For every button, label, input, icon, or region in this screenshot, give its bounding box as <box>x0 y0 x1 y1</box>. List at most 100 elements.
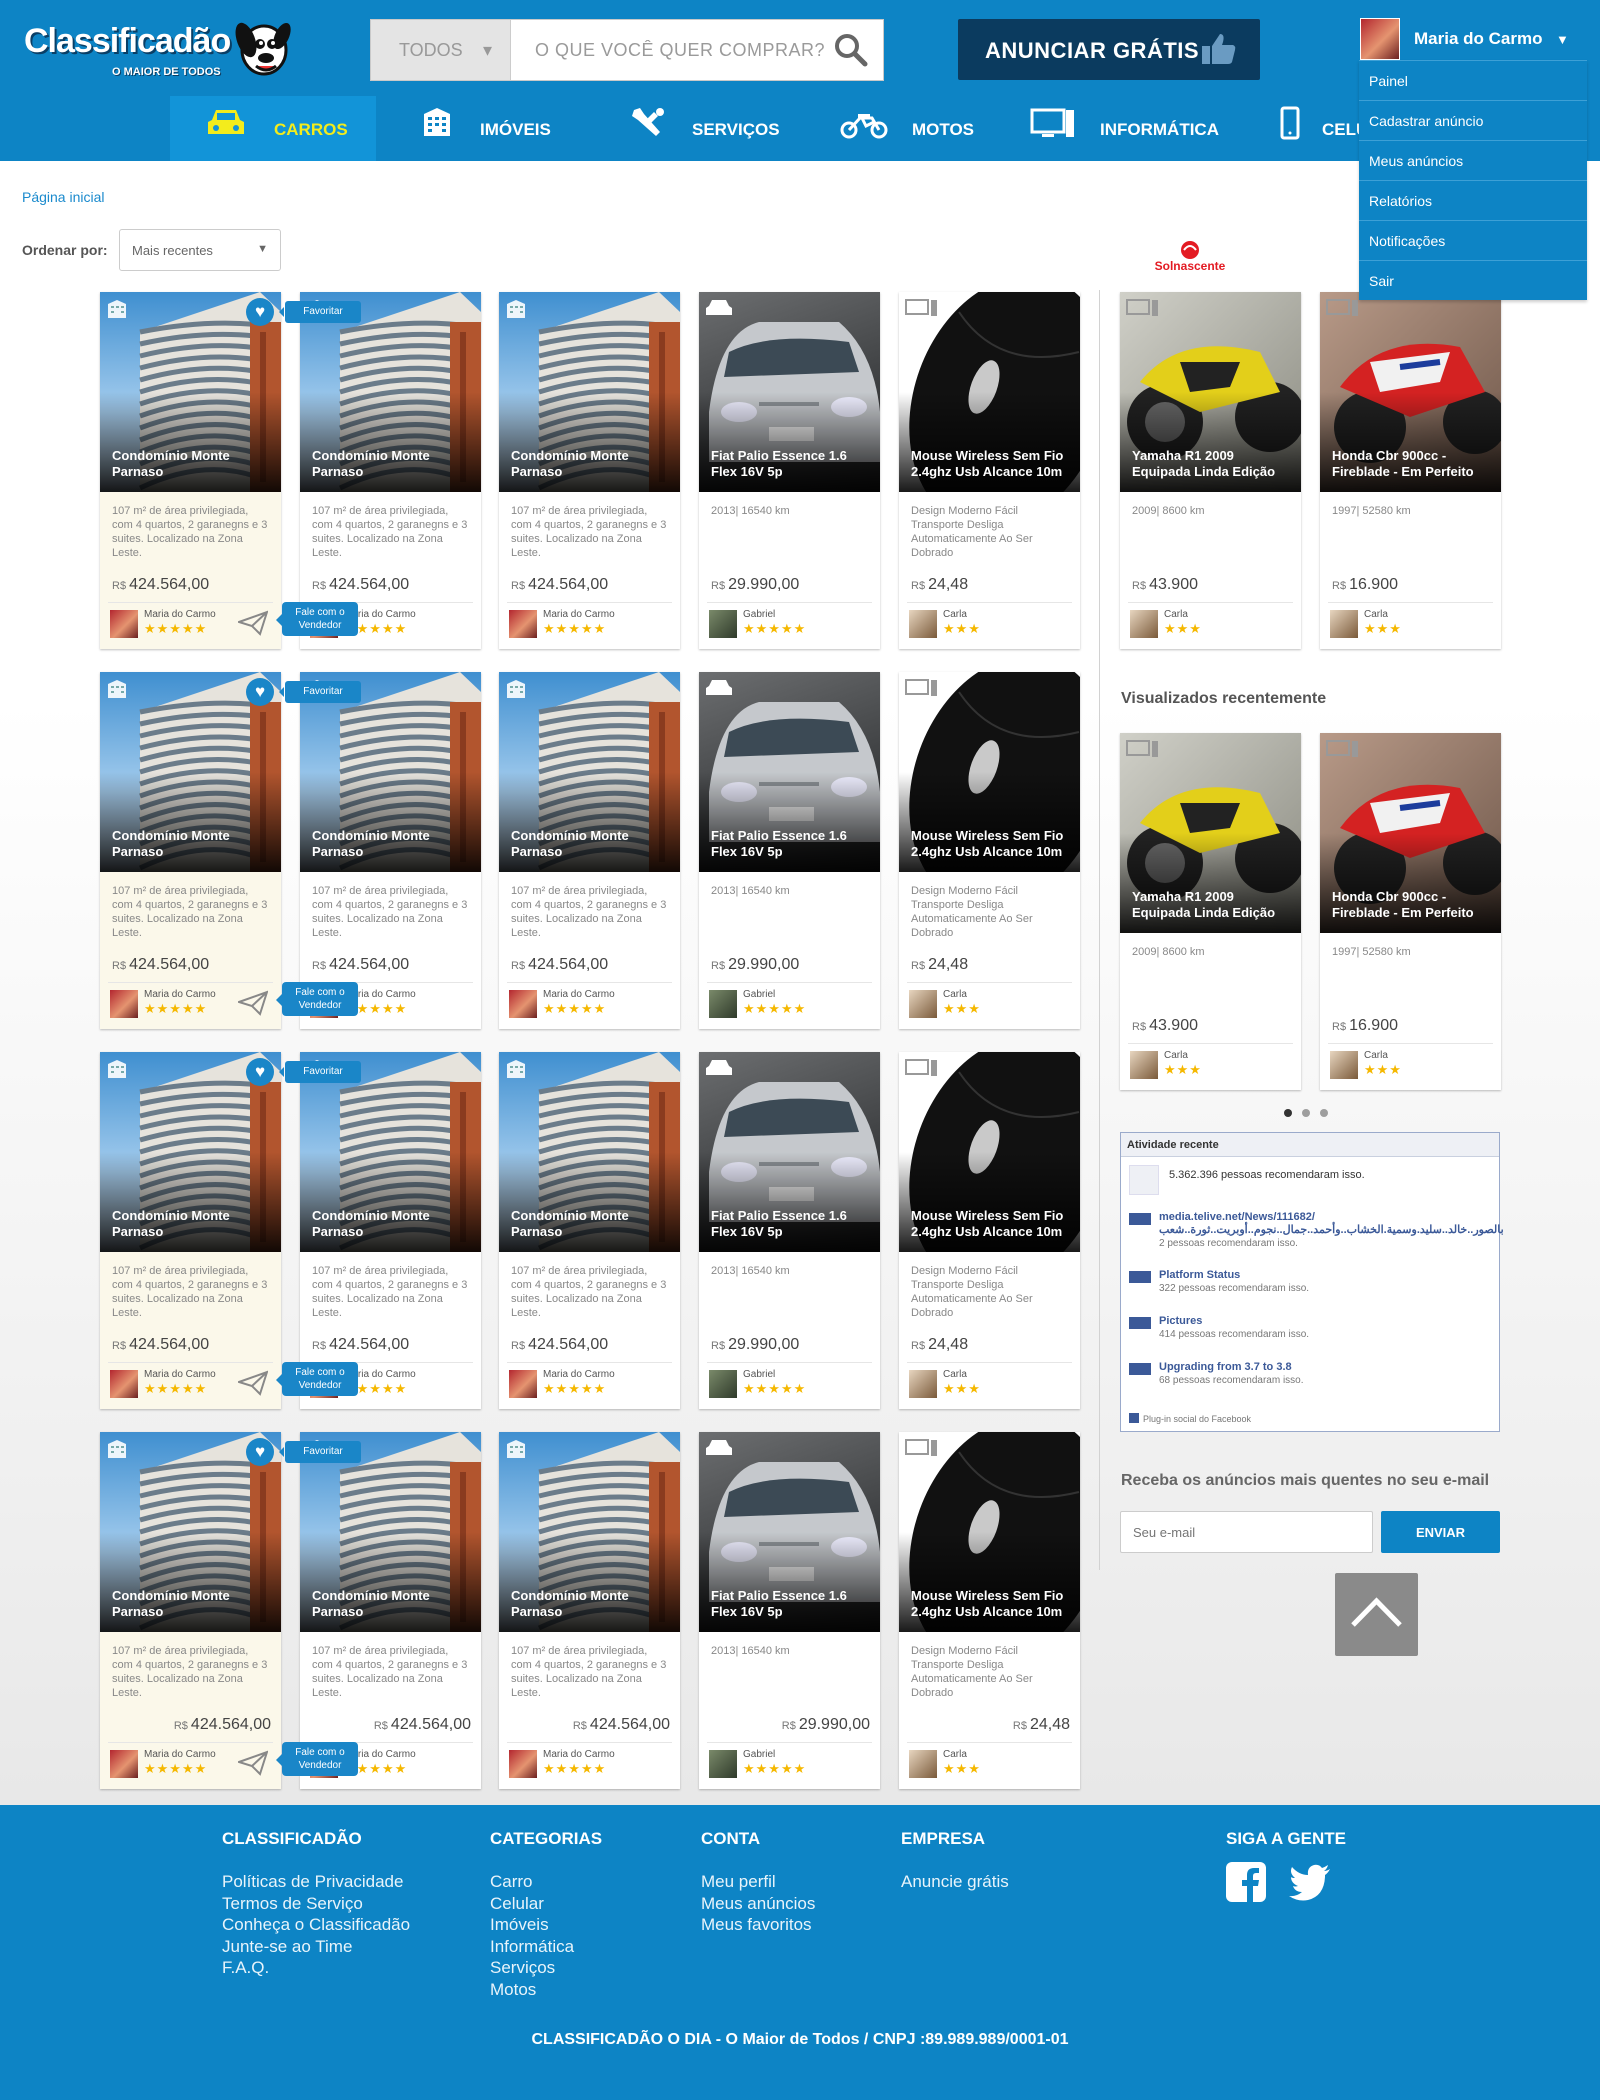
back-to-top-button[interactable] <box>1335 1573 1418 1656</box>
menu-item-painel[interactable]: Painel <box>1359 60 1587 100</box>
listing-card[interactable]: Honda Cbr 900cc - Fireblade - Em Perfeit… <box>1320 292 1501 649</box>
listing-card[interactable]: Condomínio Monte Parnaso 107 m² de área p… <box>100 672 361 1029</box>
listing-card[interactable]: Fiat Palio Essence 1.6 Flex 16V 5p 2013| … <box>699 672 880 1029</box>
footer-link[interactable]: Meus favoritos <box>701 1914 815 1936</box>
listing-description: 107 m² de área privilegiada, com 4 quart… <box>511 1645 667 1699</box>
listing-card[interactable]: Condomínio Monte Parnaso 107 m² de área p… <box>100 1432 361 1789</box>
carousel-dot[interactable] <box>1284 1109 1292 1117</box>
menu-item-notificacoes[interactable]: Notificações <box>1359 220 1587 260</box>
contact-seller-button[interactable] <box>235 1750 269 1781</box>
listing-card[interactable]: Condomínio Monte Parnaso 107 m² de área p… <box>300 1052 481 1409</box>
facebook-icon[interactable] <box>1226 1862 1266 1902</box>
listing-card[interactable]: Condomínio Monte Parnaso 107 m² de área p… <box>100 1052 361 1409</box>
listing-card[interactable]: Fiat Palio Essence 1.6 Flex 16V 5p 2013| … <box>699 1432 880 1789</box>
search-category-select[interactable]: TODOS ▾ <box>371 20 511 80</box>
breadcrumb-home-link[interactable]: Página inicial <box>22 189 105 205</box>
computer-icon <box>1326 740 1358 757</box>
footer-link[interactable]: Informática <box>490 1936 602 1958</box>
seller-rating-stars: ★★★★★ <box>543 1761 607 1776</box>
seller-name: Maria do Carmo <box>144 1369 216 1380</box>
favorite-heart-button[interactable]: ♥ <box>246 1058 274 1086</box>
listing-card[interactable]: Mouse Wireless Sem Fio 2.4ghz Usb Alcanc… <box>899 292 1080 649</box>
building-icon <box>507 1060 525 1078</box>
announce-free-button[interactable]: ANUNCIAR GRÁTIS <box>958 19 1260 80</box>
nav-item-motos[interactable]: MOTOS <box>840 96 1000 161</box>
listing-card[interactable]: Mouse Wireless Sem Fio 2.4ghz Usb Alcanc… <box>899 1052 1080 1409</box>
price-value: 24,48 <box>928 956 969 973</box>
favorite-heart-button[interactable]: ♥ <box>246 1438 274 1466</box>
price-value: 424.564,00 <box>528 1336 609 1353</box>
listing-card[interactable]: Mouse Wireless Sem Fio 2.4ghz Usb Alcanc… <box>899 1432 1080 1789</box>
menu-item-cadastrar-anuncio[interactable]: Cadastrar anúncio <box>1359 100 1587 140</box>
menu-item-sair[interactable]: Sair <box>1359 260 1587 300</box>
footer-link[interactable]: Políticas de Privacidade <box>222 1871 410 1893</box>
nav-item-celulares[interactable]: CELU <box>1280 96 1368 161</box>
favorite-heart-button[interactable]: ♥ <box>246 678 274 706</box>
contact-seller-button[interactable] <box>235 990 269 1021</box>
category-badge <box>705 1058 733 1083</box>
listing-card[interactable]: Condomínio Monte Parnaso 107 m² de área p… <box>100 292 361 649</box>
seller-rating-stars: ★★★★★ <box>144 1001 208 1016</box>
tooltip-line: Vendedor <box>298 1380 342 1391</box>
search-input[interactable] <box>511 20 831 80</box>
footer-link[interactable]: Junte-se ao Time <box>222 1936 410 1958</box>
contact-seller-tooltip: Fale com o Vendedor <box>276 982 358 1016</box>
listing-description: Design Moderno Fácil Transporte Desliga … <box>911 1645 1033 1699</box>
search-button[interactable] <box>827 28 877 72</box>
footer-link[interactable]: Serviços <box>490 1957 602 1979</box>
solnascente-ad[interactable]: Solnascente <box>1150 238 1230 278</box>
listing-title: Condomínio Monte Parnaso <box>312 1208 430 1239</box>
listing-card[interactable]: Condomínio Monte Parnaso 107 m² de área p… <box>499 292 680 649</box>
listing-price: R$ 29.990,00 <box>711 576 799 594</box>
listing-card[interactable]: Condomínio Monte Parnaso 107 m² de área p… <box>499 672 680 1029</box>
footer-link[interactable]: Conheça o Classificadão <box>222 1914 410 1936</box>
carousel-dot[interactable] <box>1302 1109 1310 1117</box>
site-footer: CLASSIFICADÃO Políticas de Privacidade T… <box>0 1805 1600 2100</box>
listing-card[interactable]: Yamaha R1 2009 Equipada Linda Edição 2009… <box>1120 292 1301 649</box>
listing-card[interactable]: Condomínio Monte Parnaso 107 m² de área p… <box>499 1432 680 1789</box>
category-badge <box>705 298 733 323</box>
favorite-heart-button[interactable]: ♥ <box>246 298 274 326</box>
listing-card[interactable]: Condomínio Monte Parnaso 107 m² de área p… <box>300 1432 481 1789</box>
twitter-icon[interactable] <box>1288 1862 1332 1902</box>
price-currency: R$ <box>112 1340 127 1352</box>
listing-card[interactable]: Condomínio Monte Parnaso 107 m² de área p… <box>300 672 481 1029</box>
menu-item-relatorios[interactable]: Relatórios <box>1359 180 1587 220</box>
listing-description: 107 m² de área privilegiada, com 4 quart… <box>112 505 268 559</box>
footer-link[interactable]: Meus anúncios <box>701 1893 815 1915</box>
contact-seller-button[interactable] <box>235 610 269 641</box>
newsletter-email-input[interactable] <box>1120 1511 1373 1553</box>
nav-item-informatica[interactable]: INFORMÁTICA <box>1030 96 1230 161</box>
footer-link[interactable]: Anuncie grátis <box>901 1871 1009 1893</box>
nav-item-carros[interactable]: CARROS <box>170 96 376 161</box>
listing-card[interactable]: Fiat Palio Essence 1.6 Flex 16V 5p 2013| … <box>699 1052 880 1409</box>
price-currency: R$ <box>711 580 726 592</box>
footer-link[interactable]: F.A.Q. <box>222 1957 410 1979</box>
footer-col-conta: CONTA Meu perfil Meus anúncios Meus favo… <box>701 1829 815 1936</box>
footer-link[interactable]: Celular <box>490 1893 602 1915</box>
sort-select[interactable]: Mais recentes ▼ <box>119 229 281 271</box>
carousel-dot[interactable] <box>1320 1109 1328 1117</box>
divider <box>108 982 273 983</box>
contact-seller-button[interactable] <box>235 1370 269 1401</box>
nav-item-imoveis[interactable]: IMÓVEIS <box>420 96 580 161</box>
listing-card[interactable]: Condomínio Monte Parnaso 107 m² de área p… <box>300 292 481 649</box>
user-menu-toggle[interactable]: Maria do Carmo ▼ <box>1358 18 1588 60</box>
footer-link[interactable]: Meu perfil <box>701 1871 815 1893</box>
listing-price: R$ 424.564,00 <box>312 576 409 594</box>
newsletter-submit-button[interactable]: ENVIAR <box>1381 1511 1500 1553</box>
footer-link[interactable]: Motos <box>490 1979 602 2001</box>
footer-link[interactable]: Carro <box>490 1871 602 1893</box>
listing-title: Condomínio Monte Parnaso <box>511 1588 629 1619</box>
listing-card[interactable]: Condomínio Monte Parnaso 107 m² de área p… <box>499 1052 680 1409</box>
nav-item-servicos[interactable]: SERVIÇOS <box>630 96 790 161</box>
menu-item-meus-anuncios[interactable]: Meus anúncios <box>1359 140 1587 180</box>
listing-card[interactable]: Fiat Palio Essence 1.6 Flex 16V 5p 2013| … <box>699 292 880 649</box>
site-logo[interactable]: Classificadão O MAIOR DE TODOS <box>24 14 294 84</box>
footer-link[interactable]: Imóveis <box>490 1914 602 1936</box>
price-value: 424.564,00 <box>589 1716 670 1733</box>
listing-card[interactable]: Honda Cbr 900cc - Fireblade - Em Perfeit… <box>1320 733 1501 1090</box>
footer-link[interactable]: Termos de Serviço <box>222 1893 410 1915</box>
listing-card[interactable]: Mouse Wireless Sem Fio 2.4ghz Usb Alcanc… <box>899 672 1080 1029</box>
listing-card[interactable]: Yamaha R1 2009 Equipada Linda Edição 2009… <box>1120 733 1301 1090</box>
